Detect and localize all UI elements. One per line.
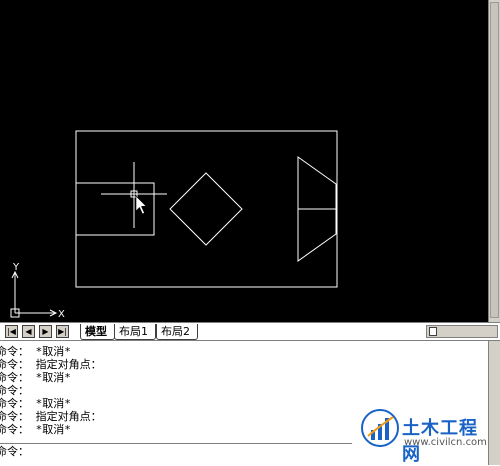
ucs-icon: Y X	[10, 262, 65, 320]
ucs-x-label: X	[58, 309, 65, 320]
command-history-line: 命令： *取消*	[0, 371, 71, 384]
tab-model[interactable]: 模型	[80, 324, 115, 340]
first-tab-icon[interactable]: |◀	[5, 325, 18, 338]
drawing-svg[interactable]: Y X	[0, 0, 488, 322]
drawing-vertical-scrollbar[interactable]	[488, 0, 500, 322]
mouse-pointer-icon	[135, 195, 147, 215]
site-watermark: 土木工程网 www.civilcn.com	[360, 408, 496, 465]
command-history-line: 命令： 指定对角点：	[0, 358, 102, 371]
prev-tab-icon[interactable]: ◀	[22, 325, 35, 338]
command-history-line: 命令：	[0, 384, 29, 397]
command-separator	[0, 443, 352, 444]
crosshair-cursor	[101, 162, 167, 228]
watermark-logo-icon	[361, 409, 399, 447]
command-input[interactable]: 命令：	[0, 445, 29, 458]
last-tab-icon[interactable]: ▶|	[56, 325, 69, 338]
scrollbar-thumb[interactable]	[490, 2, 499, 318]
next-tab-icon[interactable]: ▶	[39, 325, 52, 338]
command-history-line: 命令： *取消*	[0, 345, 71, 358]
horizontal-scrollbar-thumb[interactable]	[429, 327, 437, 336]
ucs-y-label: Y	[12, 262, 20, 273]
watermark-url: www.civilcn.com	[404, 437, 487, 448]
diamond-shape[interactable]	[169, 172, 243, 246]
horizontal-scrollbar[interactable]	[426, 325, 498, 338]
tab-layout2[interactable]: 布局2	[156, 324, 198, 340]
tab-layout1[interactable]: 布局1	[114, 324, 156, 340]
drawing-area[interactable]: Y X	[0, 0, 500, 322]
layout-tab-bar: |◀ ◀ ▶ ▶| 模型 布局1 布局2	[0, 322, 500, 341]
